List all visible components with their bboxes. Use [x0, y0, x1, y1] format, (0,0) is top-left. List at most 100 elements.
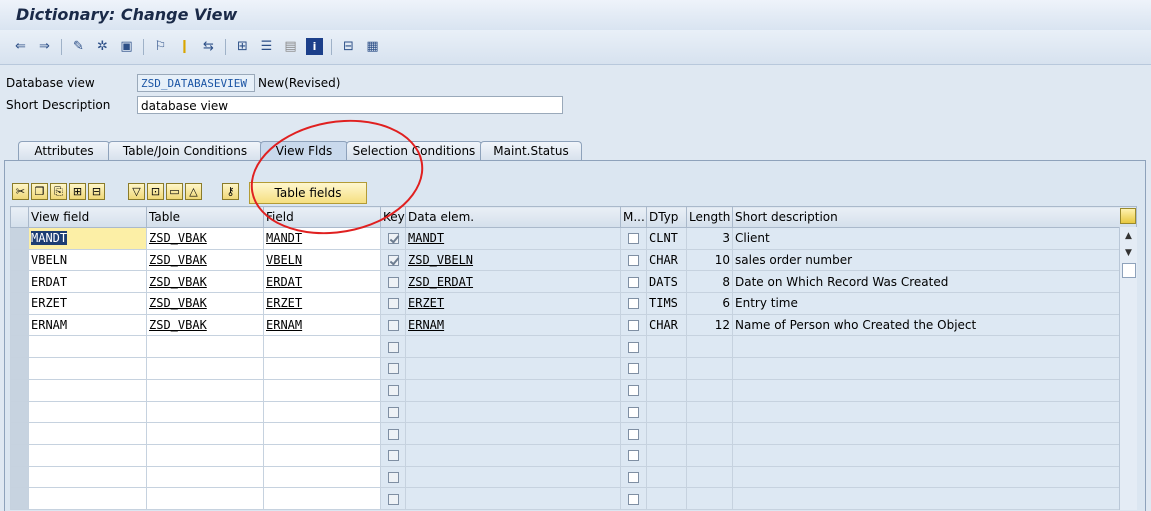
column-header-short-description[interactable]: Short description: [732, 206, 1137, 228]
short-description-input[interactable]: database view: [137, 96, 563, 114]
row-selector[interactable]: [10, 313, 29, 337]
view-field-cell[interactable]: [28, 378, 147, 402]
row-selector[interactable]: [10, 227, 29, 250]
display-change-icon[interactable]: ✲: [94, 38, 111, 55]
stack-icon[interactable]: ☰: [258, 38, 275, 55]
table-cell[interactable]: [146, 335, 264, 359]
column-header-key[interactable]: Key: [380, 206, 406, 228]
where-used-icon[interactable]: ⚐: [152, 38, 169, 55]
scroll-up-icon[interactable]: ▲: [1120, 229, 1137, 243]
layout-icon[interactable]: ▤: [282, 38, 299, 55]
view-field-cell[interactable]: [28, 422, 147, 445]
row-selector[interactable]: [10, 335, 29, 359]
table-cell[interactable]: ZSD_VBAK: [146, 313, 264, 337]
hierarchy-icon[interactable]: ⊞: [234, 38, 251, 55]
view-field-cell[interactable]: ERZET: [28, 292, 147, 315]
key-icon[interactable]: ⚷: [222, 183, 239, 200]
sort-down-icon[interactable]: ▽: [128, 183, 145, 200]
row-selector[interactable]: [10, 292, 29, 315]
mod-checkbox[interactable]: [628, 341, 639, 353]
mod-checkbox[interactable]: [628, 276, 639, 288]
info-icon[interactable]: i: [306, 38, 323, 55]
row-selector[interactable]: [10, 422, 29, 445]
mod-checkbox[interactable]: [628, 363, 639, 375]
row-selector[interactable]: [10, 487, 29, 510]
table-cell[interactable]: ZSD_VBAK: [146, 292, 264, 315]
back-arrow-icon[interactable]: ⇐: [12, 38, 29, 55]
view-field-cell[interactable]: VBELN: [28, 248, 147, 272]
vertical-scrollbar[interactable]: ▲ ▼: [1119, 227, 1137, 510]
activate-icon[interactable]: ▣: [118, 38, 135, 55]
mod-checkbox[interactable]: [628, 233, 639, 245]
mod-checkbox[interactable]: [628, 450, 639, 462]
table-cell[interactable]: [146, 357, 264, 380]
field-cell[interactable]: [263, 487, 381, 510]
column-header-data-element[interactable]: Data elem.: [405, 206, 621, 228]
mod-checkbox[interactable]: [628, 385, 639, 397]
field-cell[interactable]: ERDAT: [263, 270, 381, 294]
column-settings-icon[interactable]: [1120, 208, 1136, 224]
row-selector[interactable]: [10, 443, 29, 467]
scroll-down-icon[interactable]: ▼: [1120, 246, 1137, 260]
tab-table-join-conditions[interactable]: Table/Join Conditions: [108, 141, 262, 161]
table-cell[interactable]: [146, 378, 264, 402]
table-cell[interactable]: [146, 443, 264, 467]
insert-row-icon[interactable]: ⊞: [69, 183, 86, 200]
column-header-view-field[interactable]: View field: [28, 206, 147, 228]
view-field-cell[interactable]: ERNAM: [28, 313, 147, 337]
deselect-all-icon[interactable]: ▭: [166, 183, 183, 200]
field-cell[interactable]: [263, 378, 381, 402]
edit-pencil-icon[interactable]: ✎: [70, 38, 87, 55]
mod-checkbox[interactable]: [628, 255, 639, 267]
tab-selection-conditions[interactable]: Selection Conditions: [346, 141, 482, 161]
table-cell[interactable]: [146, 400, 264, 424]
mod-checkbox[interactable]: [628, 320, 639, 332]
paste-icon[interactable]: ⎘: [50, 183, 67, 200]
field-cell[interactable]: [263, 443, 381, 467]
forward-arrow-icon[interactable]: ⇒: [36, 38, 53, 55]
row-selector[interactable]: [10, 270, 29, 294]
column-header-table[interactable]: Table: [146, 206, 264, 228]
tree-icon[interactable]: ⊟: [340, 38, 357, 55]
mod-checkbox[interactable]: [628, 471, 639, 483]
row-selector[interactable]: [10, 378, 29, 402]
column-header-field[interactable]: Field: [263, 206, 381, 228]
delete-row-icon[interactable]: ⊟: [88, 183, 105, 200]
mod-checkbox[interactable]: [628, 493, 639, 505]
column-header-length[interactable]: Length: [686, 206, 733, 228]
view-field-cell[interactable]: [28, 443, 147, 467]
navigate-icon[interactable]: ⇆: [200, 38, 217, 55]
field-cell[interactable]: [263, 465, 381, 489]
sort-up-icon[interactable]: △: [185, 183, 202, 200]
row-selector[interactable]: [10, 465, 29, 489]
row-selector[interactable]: [10, 248, 29, 272]
table-cell[interactable]: ZSD_VBAK: [146, 227, 264, 250]
view-field-cell[interactable]: [28, 487, 147, 510]
table-fields-button[interactable]: Table fields: [249, 182, 367, 204]
grid-icon[interactable]: ▦: [364, 38, 381, 55]
mod-checkbox[interactable]: [628, 428, 639, 440]
field-cell[interactable]: VBELN: [263, 248, 381, 272]
row-selector[interactable]: [10, 400, 29, 424]
table-cell[interactable]: [146, 465, 264, 489]
field-cell[interactable]: MANDT: [263, 227, 381, 250]
select-all-icon[interactable]: ⊡: [147, 183, 164, 200]
object-list-icon[interactable]: ❙: [176, 38, 193, 55]
table-cell[interactable]: [146, 487, 264, 510]
row-selector[interactable]: [10, 357, 29, 380]
mod-checkbox[interactable]: [628, 298, 639, 310]
field-cell[interactable]: ERZET: [263, 292, 381, 315]
view-field-cell[interactable]: ERDAT: [28, 270, 147, 294]
table-cell[interactable]: ZSD_VBAK: [146, 248, 264, 272]
column-header-dtyp[interactable]: DTyp: [646, 206, 687, 228]
tab-attributes[interactable]: Attributes: [18, 141, 110, 161]
field-cell[interactable]: [263, 335, 381, 359]
tab-view-fields[interactable]: View Flds: [260, 141, 348, 161]
scroll-thumb[interactable]: [1122, 263, 1136, 278]
copy-icon[interactable]: ❐: [31, 183, 48, 200]
view-field-cell[interactable]: [28, 400, 147, 424]
field-cell[interactable]: [263, 357, 381, 380]
tab-maint-status[interactable]: Maint.Status: [480, 141, 582, 161]
table-cell[interactable]: ZSD_VBAK: [146, 270, 264, 294]
table-cell[interactable]: [146, 422, 264, 445]
